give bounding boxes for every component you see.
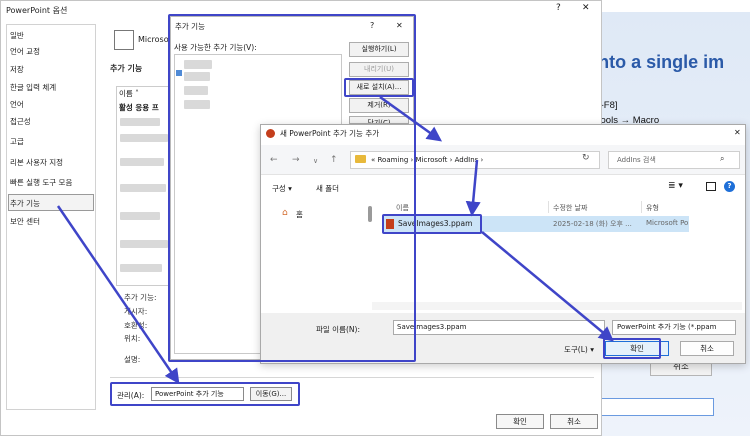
nav-item-proofing[interactable]: 언어 교정 [10,46,40,57]
redacted-row [120,240,168,248]
annotation-box-open [603,338,661,359]
help-icon[interactable]: ? [724,181,735,192]
section-heading: 추가 기능 [110,64,143,73]
horizontal-scrollbar[interactable] [372,302,742,310]
ok-button[interactable]: 확인 [496,414,544,429]
column-header-type[interactable]: 유형 [646,203,659,213]
column-separator [548,201,549,213]
redacted-row [120,212,160,220]
annotation-box-manage [110,382,300,406]
refresh-icon[interactable]: ↻ [582,153,590,163]
file-modified: 2025-02-18 (화) 오후 ... [553,220,632,228]
tools-menu[interactable]: 도구(L) ▾ [564,344,594,355]
nav-item-addins[interactable]: 추가 기능 [10,198,40,209]
page-description: Microso [138,35,169,44]
redacted-row [120,118,160,126]
redacted-row [120,158,164,166]
redacted-row [120,134,168,142]
detail-label: 설명: [124,355,141,364]
detail-label: 게시자: [124,307,148,316]
help-icon[interactable]: ? [556,3,561,13]
redacted-row [120,264,162,272]
column-header-date[interactable]: 수정한 날짜 [553,203,587,213]
grid-group-active: 활성 응용 프 [119,103,159,112]
cancel-button[interactable]: 취소 [550,414,598,429]
preview-pane-icon[interactable] [706,182,716,191]
file-type: Microsoft Po [646,219,689,227]
annotation-box-addins-dialog [168,14,416,362]
filetype-dropdown[interactable]: PowerPoint 추가 기능 (*.ppam [612,320,736,335]
annotation-box-file [382,214,482,234]
nav-item-advanced[interactable]: 고급 [10,136,24,147]
detail-label: 추가 기능: [124,293,157,302]
column-separator [641,201,642,213]
nav-item-language[interactable]: 언어 [10,99,24,110]
annotation-box-add-new [344,78,414,97]
grid-column-name[interactable]: 이름 ˄ [119,88,139,99]
nav-item-customize-ribbon[interactable]: 리본 사용자 지정 [10,157,63,168]
nav-item-quick-access[interactable]: 빠른 실행 도구 모음 [10,177,72,188]
detail-label: 호환성: [124,321,148,330]
nav-item-trust-center[interactable]: 보안 센터 [10,216,40,227]
nav-item-general[interactable]: 일반 [10,30,24,41]
redacted-row [120,184,166,192]
view-options-icon[interactable]: ≣ ▾ [668,181,683,191]
nav-item-hangul-input[interactable]: 한글 입력 체계 [10,82,56,93]
nav-item-save[interactable]: 저장 [10,64,24,75]
divider [110,377,594,378]
search-icon[interactable]: ⌕ [720,154,724,164]
filename-input[interactable]: SaveImages3.ppam [393,320,605,335]
close-icon[interactable]: ✕ [734,128,741,137]
close-icon[interactable]: ✕ [582,3,590,13]
detail-label: 위치: [124,334,141,343]
nav-item-accessibility[interactable]: 접근성 [10,116,31,127]
window-title: PowerPoint 옵션 [6,6,68,15]
background-input[interactable] [600,398,714,416]
file-dialog-cancel-button[interactable]: 취소 [680,341,734,356]
addins-page-icon [114,30,134,50]
